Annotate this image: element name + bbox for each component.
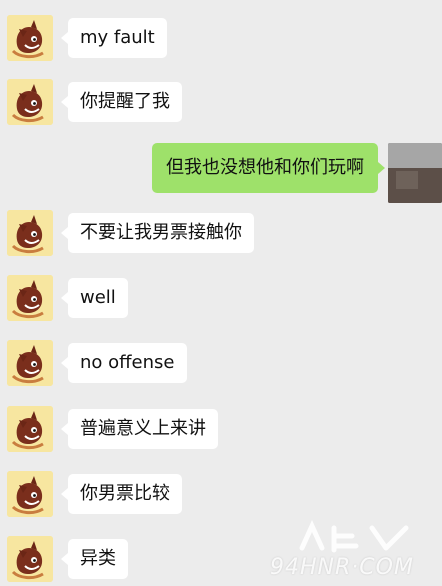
self-avatar[interactable]	[388, 143, 442, 203]
contact-avatar[interactable]	[7, 406, 53, 452]
incoming-message-bubble[interactable]: 不要让我男票接触你	[61, 213, 254, 253]
contact-avatar[interactable]	[7, 210, 53, 256]
cartoon-avatar-icon	[7, 471, 53, 517]
user-avatar-icon	[388, 143, 442, 203]
message-row: well	[0, 275, 442, 323]
cartoon-avatar-icon	[7, 79, 53, 125]
message-row: 你提醒了我	[0, 79, 442, 127]
message-row: 你男票比较	[0, 471, 442, 519]
contact-avatar[interactable]	[7, 471, 53, 517]
contact-avatar[interactable]	[7, 79, 53, 125]
cartoon-avatar-icon	[7, 340, 53, 386]
message-row: no offense	[0, 340, 442, 388]
incoming-message-bubble[interactable]: my fault	[61, 18, 167, 58]
cartoon-avatar-icon	[7, 15, 53, 61]
cartoon-avatar-icon	[7, 210, 53, 256]
outgoing-message-bubble[interactable]: 但我也没想他和你们玩啊	[152, 143, 385, 193]
contact-avatar[interactable]	[7, 536, 53, 582]
cartoon-avatar-icon	[7, 406, 53, 452]
contact-avatar[interactable]	[7, 340, 53, 386]
incoming-message-bubble[interactable]: well	[61, 278, 128, 318]
incoming-message-bubble[interactable]: no offense	[61, 343, 187, 383]
incoming-message-bubble[interactable]: 异类	[61, 539, 128, 579]
incoming-message-bubble[interactable]: 你提醒了我	[61, 82, 182, 122]
message-row: my fault	[0, 15, 442, 63]
contact-avatar[interactable]	[7, 15, 53, 61]
cartoon-avatar-icon	[7, 536, 53, 582]
message-row: 不要让我男票接触你	[0, 210, 442, 258]
chat-window: my fault 你提醒了我 但我也没想他和你们玩啊 不要让我男票接触你 wel…	[0, 0, 442, 586]
message-row: 但我也没想他和你们玩啊	[0, 143, 442, 203]
incoming-message-bubble[interactable]: 普遍意义上来讲	[61, 409, 218, 449]
message-row: 异类	[0, 536, 442, 584]
contact-avatar[interactable]	[7, 275, 53, 321]
cartoon-avatar-icon	[7, 275, 53, 321]
message-row: 普遍意义上来讲	[0, 406, 442, 454]
incoming-message-bubble[interactable]: 你男票比较	[61, 474, 182, 514]
